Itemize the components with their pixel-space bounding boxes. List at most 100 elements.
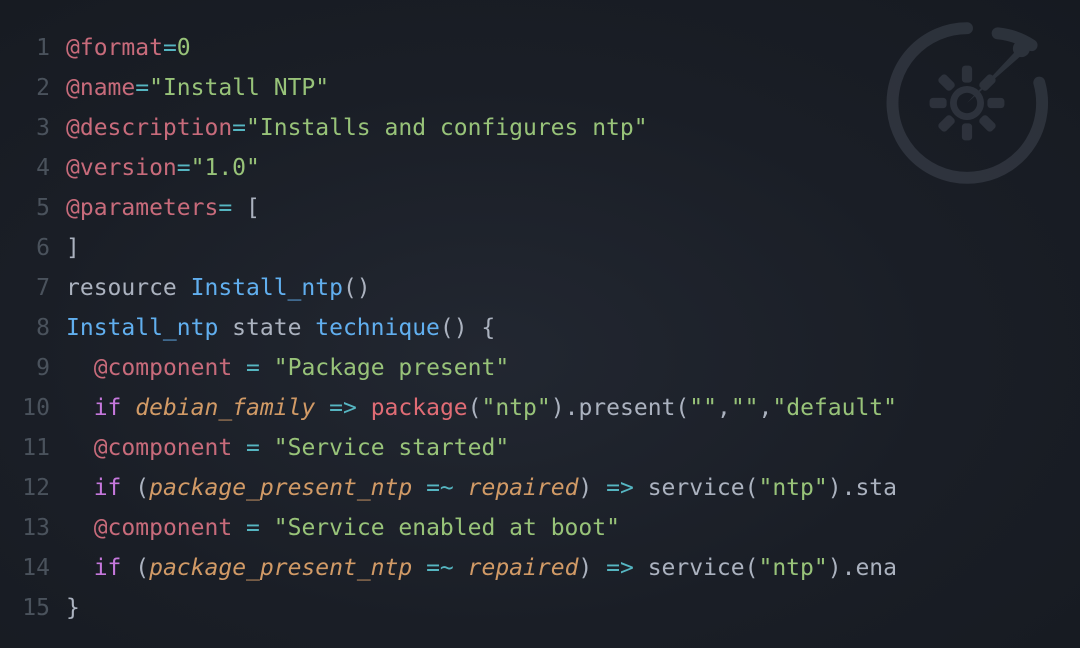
code-line[interactable]: 11 @component = "Service started" [0,428,1080,468]
code-content[interactable]: if debian_family => package("ntp").prese… [66,388,1080,428]
token-at: @description [66,115,232,141]
token-eq: => [606,555,634,581]
token-kw: if [94,555,122,581]
token-str: 0 [177,35,191,61]
token-str: "Install NTP" [149,75,329,101]
line-number: 15 [0,588,66,628]
token-id: package_present_ntp [149,555,412,581]
token-kw: if [94,395,122,421]
token-txt: ) [578,555,606,581]
token-call: ena [855,555,897,581]
code-content[interactable]: resource Install_ntp() [66,268,1080,308]
token-txt: ] [66,235,80,261]
line-number: 12 [0,468,66,508]
token-txt: ( [675,395,689,421]
line-number: 13 [0,508,66,548]
token-txt [260,435,274,461]
token-str: "ntp" [758,475,827,501]
token-txt: ( [121,475,149,501]
line-number: 5 [0,188,66,228]
token-txt: [ [232,195,260,221]
token-at: @parameters [66,195,218,221]
token-eq: = [163,35,177,61]
code-content[interactable]: @format=0 [66,28,1080,68]
code-content[interactable]: @name="Install NTP" [66,68,1080,108]
token-eq: = [246,515,260,541]
token-kw: if [94,475,122,501]
code-line[interactable]: 2@name="Install NTP" [0,68,1080,108]
token-txt: ( [745,475,759,501]
token-eq: = [246,435,260,461]
token-txt [357,395,371,421]
code-line[interactable]: 12 if (package_present_ntp =~ repaired) … [0,468,1080,508]
token-txt [634,555,648,581]
token-txt [232,515,246,541]
token-txt [315,395,329,421]
token-str: "1.0" [191,155,260,181]
line-number: 3 [0,108,66,148]
token-eq: = [177,155,191,181]
code-line[interactable]: 5@parameters= [ [0,188,1080,228]
token-txt [454,555,468,581]
code-line[interactable]: 15} [0,588,1080,628]
code-line[interactable]: 4@version="1.0" [0,148,1080,188]
token-txt [232,355,246,381]
line-number: 9 [0,348,66,388]
code-line[interactable]: 3@description="Installs and configures n… [0,108,1080,148]
code-line[interactable]: 1@format=0 [0,28,1080,68]
code-line[interactable]: 6] [0,228,1080,268]
token-txt [121,395,135,421]
line-number: 1 [0,28,66,68]
token-txt: ). [828,475,856,501]
token-txt: ). [828,555,856,581]
code-line[interactable]: 14 if (package_present_ntp =~ repaired) … [0,548,1080,588]
token-def: Install_ntp [191,275,343,301]
token-txt [454,475,468,501]
token-str: "Service enabled at boot" [274,515,620,541]
code-content[interactable]: if (package_present_ntp =~ repaired) => … [66,548,1080,588]
token-txt: ( [468,395,482,421]
code-line[interactable]: 8Install_ntp state technique() { [0,308,1080,348]
code-content[interactable]: Install_ntp state technique() { [66,308,1080,348]
token-str: "Installs and configures ntp" [246,115,648,141]
code-content[interactable]: @component = "Package present" [66,348,1080,388]
token-eq: => [329,395,357,421]
token-str: "ntp" [758,555,827,581]
token-eq: = [232,115,246,141]
token-txt: ( [121,555,149,581]
token-txt [260,355,274,381]
code-line[interactable]: 10 if debian_family => package("ntp").pr… [0,388,1080,428]
token-eq: =~ [426,555,454,581]
line-number: 4 [0,148,66,188]
token-txt [260,515,274,541]
code-line[interactable]: 13 @component = "Service enabled at boot… [0,508,1080,548]
token-str: "" [731,395,759,421]
token-txt: , [717,395,731,421]
token-call: service [648,475,745,501]
code-content[interactable]: } [66,588,1080,628]
code-content[interactable]: ] [66,228,1080,268]
token-at: @component [94,515,232,541]
token-def: Install_ntp [66,315,218,341]
code-content[interactable]: @component = "Service started" [66,428,1080,468]
token-txt: ( [745,555,759,581]
code-editor[interactable]: 1@format=02@name="Install NTP"3@descript… [0,28,1080,628]
line-number: 11 [0,428,66,468]
token-id: repaired [468,475,579,501]
code-content[interactable]: @version="1.0" [66,148,1080,188]
code-content[interactable]: @component = "Service enabled at boot" [66,508,1080,548]
code-line[interactable]: 9 @component = "Package present" [0,348,1080,388]
token-str: "default" [772,395,897,421]
token-id: package_present_ntp [149,475,412,501]
code-content[interactable]: if (package_present_ntp =~ repaired) => … [66,468,1080,508]
token-call: sta [855,475,897,501]
token-at: @component [94,355,232,381]
code-line[interactable]: 7resource Install_ntp() [0,268,1080,308]
token-call: service [648,555,745,581]
code-content[interactable]: @parameters= [ [66,188,1080,228]
token-at: @name [66,75,135,101]
token-fn: package [371,395,468,421]
token-txt: state [218,315,315,341]
code-content[interactable]: @description="Installs and configures nt… [66,108,1080,148]
token-txt [412,555,426,581]
